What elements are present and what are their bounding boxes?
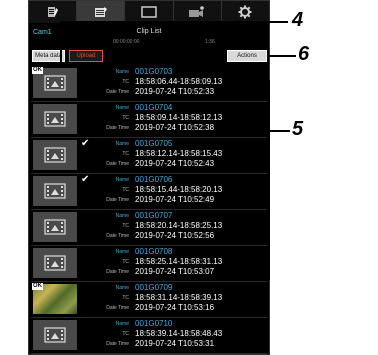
clip-date-time-label: Date Time: [106, 305, 129, 311]
clip-name-value: 001G0703: [135, 67, 173, 76]
ok-badge: OK: [32, 67, 43, 74]
clip-date-time-value: 2019-07-24 T10:52:56: [135, 231, 215, 240]
device-screen: Cam1 Clip List 00:00:00:00 1:36 Meta dat…: [28, 0, 270, 355]
clip-name-label: Name: [115, 285, 129, 291]
clip-name-value: 001G0709: [135, 283, 173, 292]
gear-icon: [238, 5, 252, 19]
clip-date-time-label: Date Time: [106, 197, 129, 203]
clip-tc-value: 18:58:15.44-18:58:20.13: [135, 185, 223, 194]
clip-row[interactable]: OK Name 001G0703 TC 18:58:06.44-18:58:09.13 D…: [31, 66, 267, 102]
clip-tc-label: TC: [122, 259, 129, 265]
clip-list: OK Name 001G0703 TC 18:58:06.44-18:58:09.13 D…: [31, 66, 267, 354]
pencil-icon: [47, 7, 58, 17]
tab-edit[interactable]: [29, 1, 78, 23]
clip-date-time-label: Date Time: [106, 341, 129, 347]
callout-line-4b: [60, 21, 62, 51]
clip-date-time-label: Date Time: [106, 125, 129, 131]
callout-6: 6: [298, 43, 310, 65]
callout-line-5: [270, 130, 290, 132]
clip-tc-value: 18:58:12.14-18:58:15.43: [135, 149, 223, 158]
clip-row[interactable]: ✔ Name 001G0706 TC 18:58:15.44-18:58:20.13 Da…: [31, 174, 267, 210]
clip-row[interactable]: Name 001G0707 TC 18:58:20.14-18:58:25.13 Dat…: [31, 210, 267, 246]
clip-date-time-value: 2019-07-24 T10:52:43: [135, 159, 215, 168]
film-placeholder-icon[interactable]: [33, 248, 77, 278]
film-placeholder-icon[interactable]: [33, 320, 77, 350]
tab-clip-list[interactable]: [77, 1, 126, 23]
clip-name-value: 001G0705: [135, 139, 173, 148]
monitor-icon: [141, 6, 157, 18]
clip-tc-label: TC: [122, 115, 129, 121]
clip-date-time-value: 2019-07-24 T10:52:38: [135, 123, 215, 132]
film-placeholder-icon[interactable]: [33, 212, 77, 242]
film-placeholder-icon[interactable]: [33, 104, 77, 134]
clip-name-value: 001G0708: [135, 247, 173, 256]
tab-bar: [29, 1, 269, 23]
clip-tc-value: 18:58:09.14-18:58:12.13: [135, 113, 223, 122]
clip-date-time-value: 2019-07-24 T10:52:49: [135, 195, 215, 204]
upload-button[interactable]: Upload: [69, 50, 103, 62]
clip-tc-value: 18:58:20.14-18:58:25.13: [135, 221, 223, 230]
clip-name-value: 001G0707: [135, 211, 173, 220]
clip-tc-label: TC: [122, 223, 129, 229]
callout-line-4c: [60, 21, 288, 23]
film-placeholder-icon[interactable]: [33, 176, 77, 206]
callout-5: 5: [292, 118, 304, 140]
clip-date-time-label: Date Time: [106, 161, 129, 167]
timecode-readout: 00:00:00:00: [113, 39, 140, 45]
actions-button[interactable]: Actions: [227, 50, 267, 62]
clip-date-time-value: 2019-07-24 T10:52:33: [135, 87, 215, 96]
callout-line-6: [268, 55, 296, 57]
clip-tc-value: 18:58:25.14-18:58:31.13: [135, 257, 223, 266]
clip-tc-label: TC: [122, 151, 129, 157]
callout-4: 4: [292, 9, 304, 31]
clip-row[interactable]: OK Name 001G0709 TC 18:58:31.14-18:58:39.13 D…: [31, 282, 267, 318]
clip-tc-label: TC: [122, 331, 129, 337]
clip-date-time-label: Date Time: [106, 89, 129, 95]
clip-name-value: 001G0710: [135, 319, 173, 328]
clip-tc-label: TC: [122, 79, 129, 85]
timecode-bar: 00:00:00:00 1:36: [33, 39, 265, 47]
clip-tc-value: 18:58:39.14-18:58:48.43: [135, 329, 223, 338]
clip-name-label: Name: [115, 321, 129, 327]
clip-date-time-value: 2019-07-24 T10:53:16: [135, 303, 215, 312]
clip-row[interactable]: ✔ Name 001G0705 TC 18:58:12.14-18:58:15.43 Da…: [31, 138, 267, 174]
clip-name-label: Name: [115, 177, 129, 183]
clip-name-label: Name: [115, 141, 129, 147]
ok-badge: OK: [32, 283, 43, 290]
callout-line-5b: [268, 80, 270, 280]
tab-settings[interactable]: [222, 1, 269, 23]
clip-date-time-value: 2019-07-24 T10:53:07: [135, 267, 215, 276]
page-title: Clip List: [136, 28, 162, 35]
tab-monitor[interactable]: [125, 1, 174, 23]
duration-readout: 1:36: [205, 39, 215, 45]
clip-date-time-value: 2019-07-24 T10:53:31: [135, 339, 215, 348]
camera-settings-icon: [189, 6, 205, 17]
clip-tc-label: TC: [122, 187, 129, 193]
clip-row[interactable]: Name 001G0708 TC 18:58:25.14-18:58:31.13 Dat…: [31, 246, 267, 282]
callout-line-4: [60, 51, 62, 63]
tab-camera-settings[interactable]: [174, 1, 222, 23]
clip-name-value: 001G0704: [135, 103, 173, 112]
clip-date-time-label: Date Time: [106, 233, 129, 239]
clip-list-icon: [94, 7, 107, 17]
clip-row[interactable]: Name 001G0704 TC 18:58:09.14-18:58:12.13 Dat…: [31, 102, 267, 138]
clip-row[interactable]: Name 001G0710 TC 18:58:39.14-18:58:48.43 Dat…: [31, 318, 267, 354]
clip-tc-label: TC: [122, 295, 129, 301]
clip-name-label: Name: [115, 105, 129, 111]
clip-name-value: 001G0706: [135, 175, 173, 184]
clip-tc-value: 18:58:31.14-18:58:39.13: [135, 293, 223, 302]
clip-name-label: Name: [115, 213, 129, 219]
clip-name-label: Name: [115, 69, 129, 75]
clip-date-time-label: Date Time: [106, 269, 129, 275]
film-placeholder-icon[interactable]: [33, 140, 77, 170]
clip-name-label: Name: [115, 249, 129, 255]
clip-tc-value: 18:58:06.44-18:58:09.13: [135, 77, 223, 86]
